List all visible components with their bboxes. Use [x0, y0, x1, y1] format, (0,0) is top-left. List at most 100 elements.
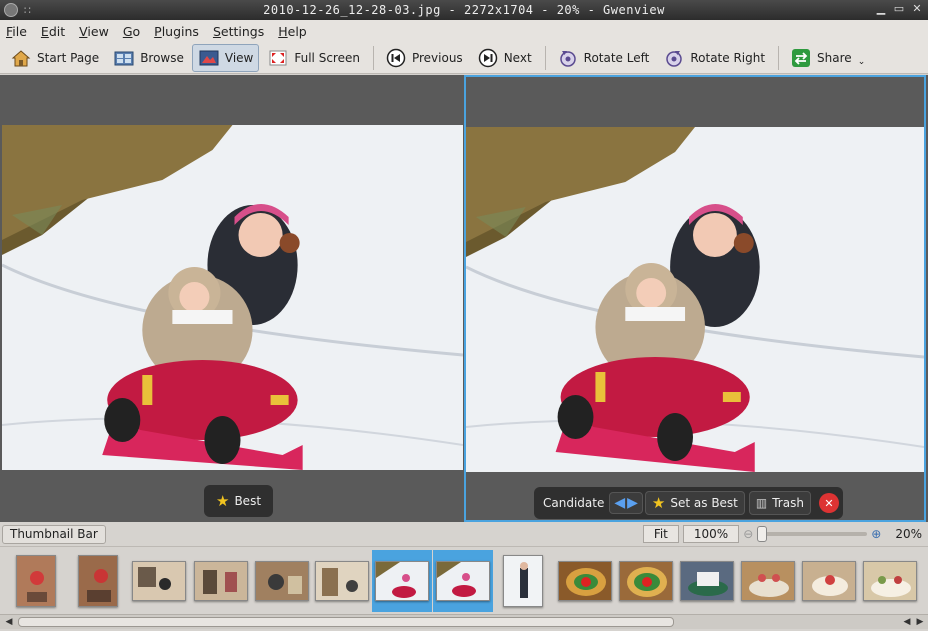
- thumbnail-image: [315, 561, 369, 601]
- candidate-overlay: Candidate ◀ ▶ ★ Set as Best ▥ Trash ✕: [534, 487, 843, 519]
- start-page-label: Start Page: [37, 50, 100, 65]
- chevron-down-icon: ⌄: [857, 56, 866, 67]
- view-label: View: [224, 50, 254, 65]
- toolbar-separator: [372, 45, 374, 70]
- thumbnail[interactable]: [617, 550, 675, 612]
- thumbnail[interactable]: [10, 550, 62, 612]
- best-label: Best: [234, 494, 262, 508]
- rotate-left-icon: [557, 47, 579, 69]
- thumbnail-strip: [0, 546, 928, 614]
- menu-file[interactable]: File: [6, 24, 27, 39]
- rotate-left-button[interactable]: Rotate Left: [551, 44, 656, 72]
- close-comparison-icon[interactable]: ✕: [818, 493, 839, 513]
- thumbnail[interactable]: [192, 550, 250, 612]
- menu-edit[interactable]: Edit: [41, 24, 65, 39]
- scroll-right-icon[interactable]: ▶: [913, 615, 927, 629]
- set-as-best-button[interactable]: ★ Set as Best: [644, 491, 745, 515]
- thumbnail[interactable]: [500, 550, 546, 612]
- thumbnail-selected[interactable]: [433, 550, 493, 612]
- zoom-level: 20%: [895, 527, 922, 541]
- zoom-slider-handle[interactable]: [757, 526, 768, 542]
- thumbnail[interactable]: [556, 550, 614, 612]
- zoom-controls: Fit 100% ⊖ ⊕ 20%: [642, 525, 922, 543]
- rotate-right-button[interactable]: Rotate Right: [657, 44, 771, 72]
- menu-go[interactable]: Go: [123, 24, 140, 39]
- thumbnail[interactable]: [861, 550, 919, 612]
- menu-view[interactable]: View: [79, 24, 109, 39]
- menubar: File Edit View Go Plugins Settings Help: [0, 20, 928, 42]
- thumbnail-selected[interactable]: [372, 550, 432, 612]
- toolbar-separator: [544, 45, 546, 70]
- trash-button[interactable]: ▥ Trash: [748, 491, 811, 515]
- menu-help[interactable]: Help: [278, 24, 307, 39]
- arrow-right-icon: ▶: [627, 495, 638, 511]
- best-overlay: ★ Best: [204, 485, 274, 517]
- best-badge[interactable]: ★ Best: [210, 489, 267, 513]
- start-page-button[interactable]: Start Page: [4, 44, 105, 72]
- minimize-icon[interactable]: ▁: [874, 2, 888, 16]
- thumbnail-image: [375, 561, 429, 601]
- menu-plugins[interactable]: Plugins: [154, 24, 199, 39]
- zoom-slider[interactable]: [757, 526, 868, 542]
- fullscreen-icon: [267, 47, 289, 69]
- rotate-left-label: Rotate Left: [583, 50, 650, 65]
- set-as-best-label: Set as Best: [670, 496, 738, 510]
- compare-view-area: ★ Best Candidate ◀ ▶ ★ Set as Best ▥ Tra…: [0, 75, 928, 522]
- close-window-icon[interactable]: ✕: [910, 2, 924, 16]
- thumbnail[interactable]: [130, 550, 188, 612]
- share-button[interactable]: Share ⌄: [784, 44, 871, 72]
- previous-label: Previous: [411, 50, 463, 65]
- thumbnail[interactable]: [678, 550, 736, 612]
- image-pane-left[interactable]: ★ Best: [2, 75, 463, 522]
- candidate-label: Candidate: [543, 496, 605, 510]
- previous-button[interactable]: Previous: [379, 44, 469, 72]
- next-icon: [477, 47, 499, 69]
- menu-settings[interactable]: Settings: [213, 24, 264, 39]
- thumbnail-scrollbar[interactable]: ◀ ◀ ▶: [0, 614, 928, 629]
- trash-label: Trash: [772, 496, 804, 510]
- scroll-left-icon[interactable]: ◀: [900, 615, 914, 629]
- scroll-left-icon[interactable]: ◀: [2, 615, 16, 629]
- thumbnail-image: [802, 561, 856, 601]
- next-label: Next: [503, 50, 532, 65]
- full-screen-label: Full Screen: [294, 50, 360, 65]
- thumbnail[interactable]: [313, 550, 371, 612]
- thumbnail-image: [558, 561, 612, 601]
- full-screen-button[interactable]: Full Screen: [261, 44, 366, 72]
- zoom-in-icon[interactable]: ⊕: [871, 527, 881, 541]
- window-titlebar: ∷ 2010-12-26_12-28-03.jpg - 2272x1704 - …: [0, 0, 928, 20]
- main-toolbar: Start Page Browse View Full Screen Previ…: [0, 42, 928, 74]
- swap-arrows-button[interactable]: ◀ ▶: [609, 492, 643, 514]
- photo-view-left[interactable]: [2, 125, 463, 470]
- image-pane-right[interactable]: Candidate ◀ ▶ ★ Set as Best ▥ Trash ✕: [464, 75, 926, 522]
- view-image-icon: [198, 47, 220, 69]
- trash-icon: ▥: [755, 496, 768, 510]
- scrollbar-handle[interactable]: [18, 617, 674, 627]
- thumbnail[interactable]: [739, 550, 797, 612]
- view-button[interactable]: View: [191, 43, 260, 72]
- photo-view-right[interactable]: [466, 127, 924, 472]
- previous-icon: [385, 47, 407, 69]
- thumbnail-image: [680, 561, 734, 601]
- zoom-fit-button[interactable]: Fit: [642, 525, 679, 543]
- thumbnail[interactable]: [253, 550, 311, 612]
- zoom-out-icon[interactable]: ⊖: [743, 527, 753, 541]
- thumbnail-image: [503, 555, 543, 607]
- maximize-icon[interactable]: ▭: [892, 2, 906, 16]
- thumbnail-image: [194, 561, 248, 601]
- browse-button[interactable]: Browse: [107, 44, 190, 72]
- thumbnail[interactable]: [800, 550, 858, 612]
- zoom-100-button[interactable]: 100%: [682, 525, 740, 543]
- thumbnail-bar-toggle[interactable]: Thumbnail Bar: [2, 524, 106, 544]
- thumbnail-image: [619, 561, 673, 601]
- browse-grid-icon: [113, 47, 135, 69]
- thumbnail-image: [255, 561, 309, 601]
- thumbnail-image: [16, 555, 56, 607]
- thumbnail[interactable]: [72, 550, 124, 612]
- thumbnail-image: [741, 561, 795, 601]
- star-icon: ★: [216, 492, 230, 510]
- share-icon: [790, 47, 812, 69]
- share-label: Share: [817, 50, 852, 65]
- thumbnail-image: [436, 561, 490, 601]
- next-button[interactable]: Next: [471, 44, 538, 72]
